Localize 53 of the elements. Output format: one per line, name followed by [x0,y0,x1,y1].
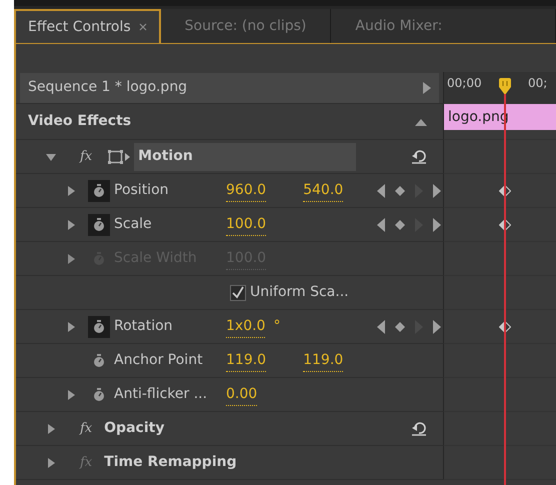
fx-toggle[interactable]: fx [80,146,92,166]
unit-label: ° [273,317,280,336]
disclosure-triangle[interactable] [46,152,56,162]
property-name: Anti-flicker ... [114,385,208,404]
property-name: Scale [114,215,153,234]
stopwatch-icon[interactable] [88,180,110,202]
value-field[interactable]: 960.0 [226,180,266,202]
value-field[interactable]: 100.0 [226,214,266,236]
disclosure-triangle[interactable] [66,390,76,400]
last-keyframe-icon[interactable] [433,184,441,198]
show-timeline-icon[interactable] [423,82,431,94]
value-field[interactable]: 0.00 [226,384,258,406]
disclosure-triangle[interactable] [66,322,76,332]
effect-name: Motion [134,142,356,170]
previous-keyframe-icon[interactable] [377,184,385,198]
last-keyframe-icon[interactable] [433,218,441,232]
value-field[interactable]: 540.0 [303,180,344,202]
disclosure-triangle[interactable] [46,424,56,434]
close-icon[interactable] [138,23,147,31]
disclosure-triangle[interactable] [66,220,76,230]
value-field[interactable]: 1x0.0 [226,316,266,338]
time-label: 00; [528,75,548,92]
effect-name: Time Remapping [104,453,237,472]
fx-toggle[interactable]: fx [80,418,92,438]
reset-icon[interactable] [411,150,427,164]
property-name: Rotation [114,317,174,336]
playhead-handle-icon[interactable] [498,78,512,96]
property-name: Position [114,181,170,200]
stopwatch-icon[interactable] [88,316,110,338]
collapse-icon[interactable] [415,118,427,126]
checkbox-label: Uniform Sca... [250,283,349,302]
property-name: Anchor Point [114,351,204,370]
previous-keyframe-icon[interactable] [377,320,385,334]
panel-tab[interactable]: Audio Mixer: [331,9,556,43]
disclosure-triangle[interactable] [46,458,56,468]
add-keyframe-icon[interactable] [395,322,405,332]
last-keyframe-icon[interactable] [433,320,441,334]
panel-tab[interactable]: Source: (no clips) [160,9,332,43]
add-keyframe-icon[interactable] [395,220,405,230]
previous-keyframe-icon[interactable] [377,218,385,232]
effect-name: Opacity [104,419,164,438]
value-field[interactable]: 119.0 [303,350,344,372]
section-title: Video Effects [28,112,132,131]
stopwatch-icon[interactable] [88,214,110,236]
sequence-label: Sequence 1 * logo.png [28,78,188,97]
reset-icon[interactable] [411,422,427,436]
add-keyframe-icon[interactable] [395,186,405,196]
disclosure-triangle[interactable] [66,186,76,196]
checkbox[interactable] [230,284,246,300]
time-label: 00;00 [447,75,482,92]
value-field[interactable]: 119.0 [226,350,266,372]
transform-icon[interactable] [108,148,130,164]
panel-tab[interactable]: Effect Controls [14,9,161,43]
